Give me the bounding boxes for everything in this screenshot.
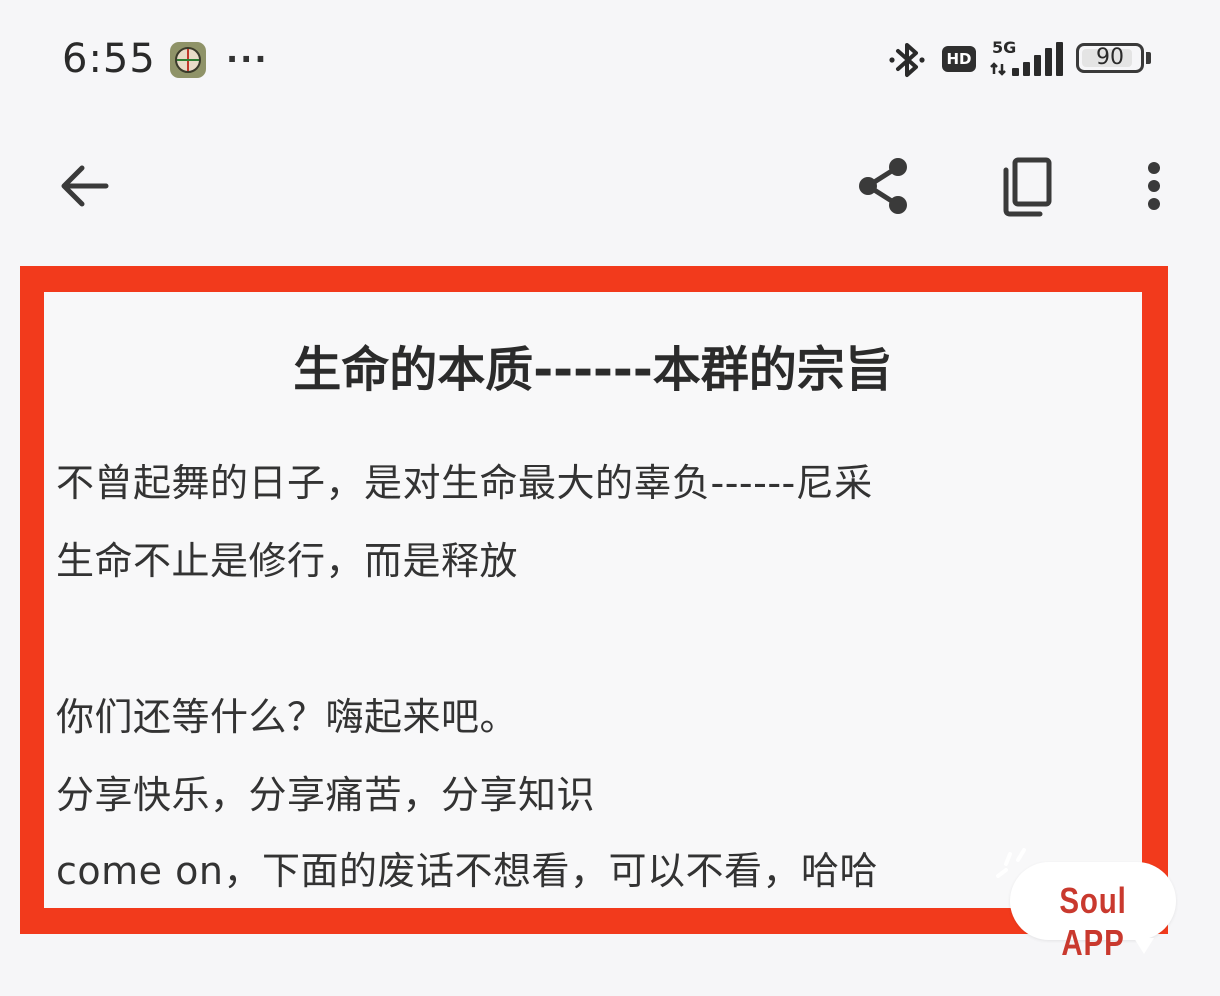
document-title: 生命的本质------本群的宗旨	[293, 342, 893, 398]
battery-tip	[1146, 52, 1151, 64]
document-frame: 生命的本质------本群的宗旨 不曾起舞的日子，是对生命最大的辜负------…	[20, 266, 1168, 934]
document-line-quote: 不曾起舞的日子，是对生命最大的辜负------尼采	[56, 461, 873, 505]
toolbar	[0, 130, 1220, 240]
more-notifications-icon: ···	[226, 40, 269, 78]
more-options-button[interactable]	[1114, 146, 1194, 226]
document-body: 生命的本质------本群的宗旨 不曾起舞的日子，是对生命最大的辜负------…	[44, 292, 1142, 908]
copy-icon	[1003, 157, 1052, 217]
document-line-release: 生命不止是修行，而是释放	[56, 539, 519, 583]
status-bar: 6:55 ··· HD 5G 90	[0, 0, 1220, 110]
share-button[interactable]	[844, 146, 924, 226]
document-line-share: 分享快乐，分享痛苦，分享知识	[56, 773, 596, 817]
back-button[interactable]	[44, 146, 124, 226]
battery-icon: 90	[1076, 43, 1144, 73]
document-line-come-on: come on，下面的废话不想看，可以不看，哈哈	[56, 849, 878, 893]
more-vert-icon	[1148, 162, 1160, 210]
hd-icon: HD	[942, 46, 976, 72]
status-time: 6:55	[62, 36, 156, 82]
app-notification-icon	[170, 42, 206, 78]
soul-app-watermark: Soul APP	[1010, 862, 1176, 963]
share-icon	[859, 158, 907, 214]
signal-icon	[988, 40, 1064, 82]
copy-button[interactable]	[986, 146, 1066, 226]
back-arrow-icon	[61, 165, 109, 207]
bluetooth-icon	[888, 38, 928, 86]
watermark-text: Soul APP	[1059, 880, 1127, 963]
document-line-call: 你们还等什么？嗨起来吧。	[56, 695, 519, 739]
screen: 6:55 ··· HD 5G 90 生命的本质------本群的宗旨 不曾起舞的…	[0, 0, 1220, 996]
battery-level-text: 90	[1096, 45, 1124, 70]
